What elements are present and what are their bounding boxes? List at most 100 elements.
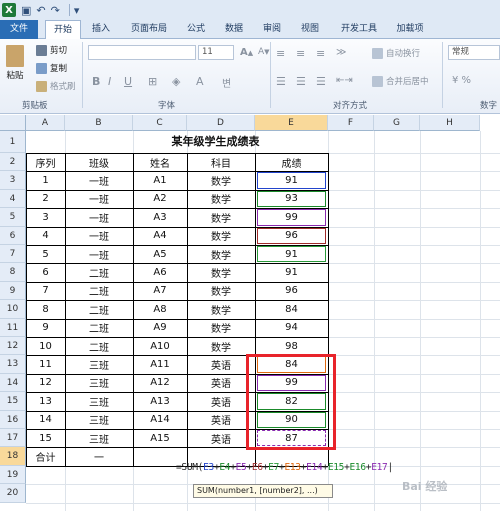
table-cell[interactable]: 一班 (65, 190, 133, 208)
row-header-6[interactable]: 6 (0, 226, 26, 245)
row-header-10[interactable]: 10 (0, 300, 26, 319)
row-header-1[interactable]: 1 (0, 131, 26, 153)
select-all-corner[interactable] (0, 115, 26, 131)
font-size-box[interactable]: 11 (198, 45, 234, 60)
header-cell[interactable]: 姓名 (133, 153, 187, 171)
table-cell[interactable]: 9 (26, 319, 65, 337)
table-cell[interactable]: 二班 (65, 300, 133, 318)
table-cell[interactable]: 6 (26, 263, 65, 281)
table-cell[interactable]: 英语 (187, 429, 255, 447)
table-cell[interactable]: 三班 (65, 355, 133, 373)
table-cell[interactable]: 一班 (65, 245, 133, 263)
header-cell[interactable]: 成绩 (255, 153, 328, 171)
italic-button[interactable]: I (108, 75, 111, 88)
currency-icon[interactable]: ¥ % (452, 75, 471, 86)
table-cell[interactable]: 数学 (187, 245, 255, 263)
align-right-icon[interactable]: ☰ (316, 75, 326, 88)
row-header-3[interactable]: 3 (0, 171, 26, 190)
align-bottom-icon[interactable]: ≡ (316, 47, 325, 60)
table-cell[interactable]: 一班 (65, 171, 133, 189)
table-cell[interactable]: A7 (133, 282, 187, 300)
paste-button[interactable]: 粘贴 (6, 45, 24, 81)
table-cell[interactable]: 15 (26, 429, 65, 447)
column-header-d[interactable]: D (187, 115, 255, 131)
table-cell[interactable]: 2 (26, 190, 65, 208)
table-cell[interactable]: 10 (26, 337, 65, 355)
table-cell[interactable]: A9 (133, 319, 187, 337)
table-cell[interactable]: A2 (133, 190, 187, 208)
total-dash-cell[interactable]: 一 (65, 447, 133, 465)
table-cell[interactable]: A12 (133, 374, 187, 392)
tab-page-layout[interactable]: 页面布局 (124, 20, 174, 39)
table-cell[interactable]: 8 (26, 300, 65, 318)
table-cell[interactable]: A6 (133, 263, 187, 281)
table-cell[interactable]: 二班 (65, 282, 133, 300)
row-header-12[interactable]: 12 (0, 337, 26, 356)
table-cell[interactable]: A4 (133, 227, 187, 245)
table-cell[interactable]: 数学 (187, 190, 255, 208)
font-name-box[interactable] (88, 45, 196, 60)
table-cell[interactable]: 二班 (65, 263, 133, 281)
table-cell[interactable]: 英语 (187, 411, 255, 429)
bold-button[interactable]: B (92, 75, 100, 88)
font-color-icon[interactable]: A (196, 75, 204, 88)
column-header-h[interactable]: H (420, 115, 480, 131)
table-cell[interactable]: 英语 (187, 374, 255, 392)
table-cell[interactable]: 三班 (65, 392, 133, 410)
table-cell[interactable]: 数学 (187, 171, 255, 189)
column-header-b[interactable]: B (65, 115, 133, 131)
table-cell[interactable]: A11 (133, 355, 187, 373)
align-top-icon[interactable]: ≡ (276, 47, 285, 60)
row-header-16[interactable]: 16 (0, 410, 26, 429)
shrink-font-icon[interactable]: A ▼ (258, 47, 270, 57)
tab-formulas[interactable]: 公式 (180, 20, 212, 39)
fill-color-icon[interactable]: ◈ (172, 75, 180, 88)
table-cell[interactable]: A13 (133, 392, 187, 410)
table-cell[interactable]: 96 (255, 282, 328, 300)
table-cell[interactable]: 三班 (65, 374, 133, 392)
column-header-g[interactable]: G (374, 115, 420, 131)
align-left-icon[interactable]: ☰ (276, 75, 286, 88)
table-cell[interactable]: A8 (133, 300, 187, 318)
table-cell[interactable]: 一班 (65, 227, 133, 245)
number-format-box[interactable]: 常规 (448, 45, 500, 60)
table-cell[interactable]: 91 (255, 263, 328, 281)
tab-insert[interactable]: 插入 (84, 20, 118, 39)
total-label-cell[interactable]: 合计 (26, 447, 65, 465)
tab-developer[interactable]: 开发工具 (334, 20, 384, 39)
tab-home[interactable]: 开始 (45, 20, 81, 40)
row-header-11[interactable]: 11 (0, 318, 26, 337)
table-cell[interactable]: 数学 (187, 263, 255, 281)
tab-addins[interactable]: 加载项 (390, 20, 430, 39)
row-header-20[interactable]: 20 (0, 484, 26, 503)
table-cell[interactable]: 12 (26, 374, 65, 392)
table-cell[interactable]: 5 (26, 245, 65, 263)
row-header-14[interactable]: 14 (0, 373, 26, 393)
table-cell[interactable]: 数学 (187, 282, 255, 300)
table-cell[interactable]: A1 (133, 171, 187, 189)
table-cell[interactable]: 三班 (65, 429, 133, 447)
phonetic-icon[interactable]: 변 (222, 75, 231, 90)
table-cell[interactable]: 13 (26, 392, 65, 410)
table-cell[interactable]: 一班 (65, 208, 133, 226)
row-header-2[interactable]: 2 (0, 153, 26, 172)
row-header-17[interactable]: 17 (0, 429, 26, 448)
column-header-f[interactable]: F (328, 115, 374, 131)
table-cell[interactable]: 84 (255, 300, 328, 318)
row-header-8[interactable]: 8 (0, 263, 26, 282)
row-header-9[interactable]: 9 (0, 281, 26, 301)
merge-center-button[interactable]: 合并后居中 (372, 75, 429, 87)
format-painter-button[interactable]: 格式刷 (36, 80, 76, 92)
table-cell[interactable]: 14 (26, 411, 65, 429)
indent-icon[interactable]: ⇤⇥ (336, 75, 353, 86)
tab-data[interactable]: 数据 (218, 20, 250, 39)
row-header-13[interactable]: 13 (0, 355, 26, 374)
tab-file[interactable]: 文件 (0, 20, 38, 39)
table-cell[interactable]: 三班 (65, 411, 133, 429)
header-cell[interactable]: 班级 (65, 153, 133, 171)
copy-button[interactable]: 复制 (36, 62, 67, 74)
column-header-c[interactable]: C (133, 115, 187, 131)
row-header-4[interactable]: 4 (0, 189, 26, 209)
row-header-5[interactable]: 5 (0, 208, 26, 227)
align-center-icon[interactable]: ☰ (296, 75, 306, 88)
